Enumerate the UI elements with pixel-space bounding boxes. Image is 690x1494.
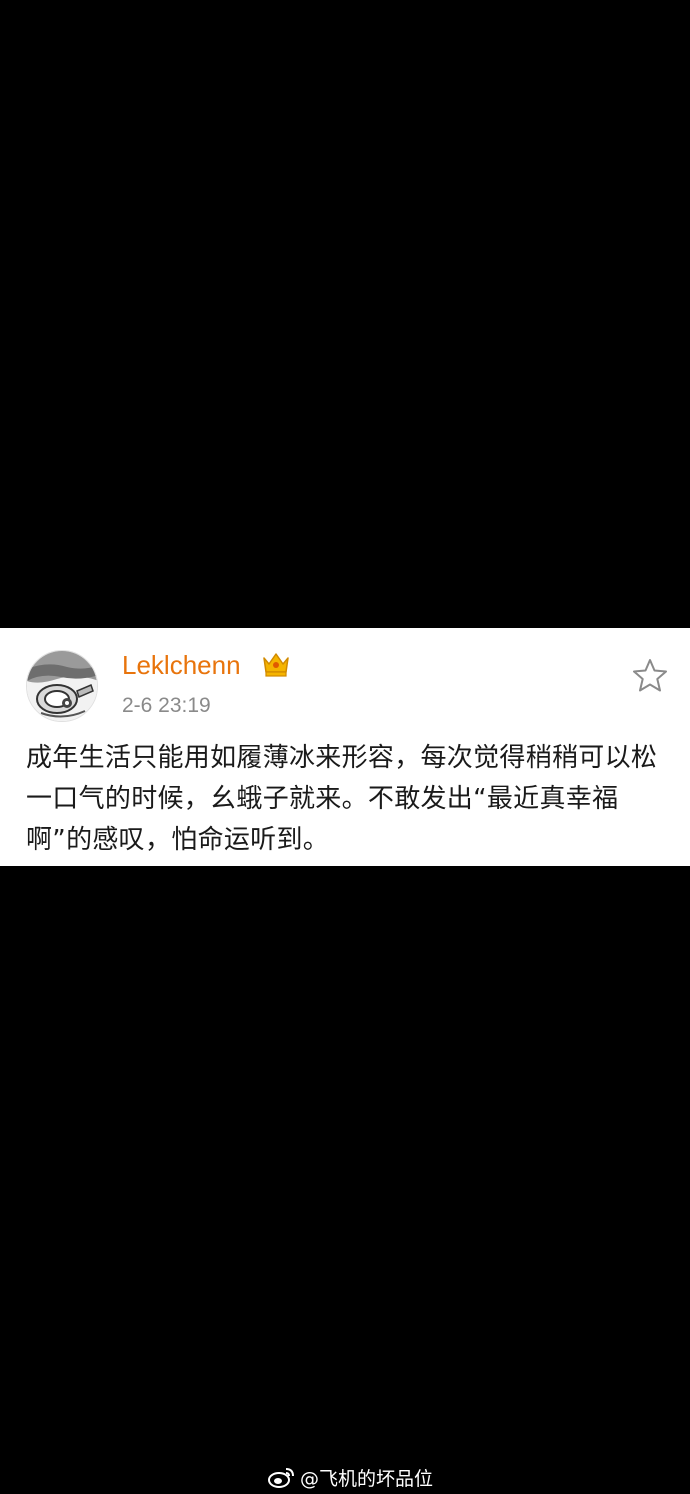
weibo-logo-icon [268, 1465, 296, 1489]
post-text: 成年生活只能用如履薄冰来形容，每次觉得稍稍可以松一口气的时候，幺蛾子就来。不敢发… [26, 743, 658, 855]
crown-icon [260, 648, 292, 680]
avatar[interactable] [26, 650, 98, 722]
favorite-star-icon[interactable] [630, 656, 670, 696]
avatar-image [27, 651, 97, 721]
weibo-post-card: Leklchenn 2-6 23:19 成年生活只能用如履薄冰来形容，每次觉得稍… [0, 628, 690, 866]
watermark: @飞机的坏品位 [268, 1462, 433, 1492]
watermark-text: @飞机的坏品位 [300, 1467, 434, 1490]
post-timestamp: 2-6 23:19 [122, 694, 211, 717]
username[interactable]: Leklchenn [122, 648, 241, 682]
